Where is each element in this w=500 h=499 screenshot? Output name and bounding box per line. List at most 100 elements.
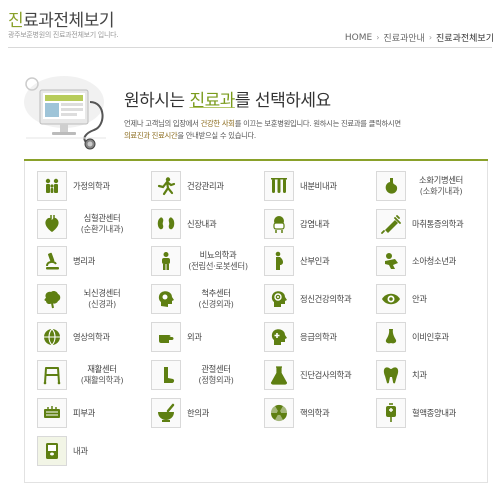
department-label: 비뇨의학과 (전립선·로봇센터) xyxy=(181,250,255,272)
department-label: 척추센터 (신경외과) xyxy=(181,288,251,310)
department-label: 건강관리과 xyxy=(187,181,224,192)
department-label-main: 안과 xyxy=(412,293,427,304)
department-item[interactable]: 병리과 xyxy=(37,246,95,276)
department-item[interactable]: 가정의학과 xyxy=(37,171,110,201)
department-item[interactable]: 외과 xyxy=(151,322,202,352)
department-item[interactable]: 신장내과 xyxy=(151,209,217,239)
department-item[interactable]: 내분비내과 xyxy=(264,171,337,201)
hero-desc-pre: 언제나 고객님의 입장에서 xyxy=(124,119,201,128)
department-label-main: 비뇨의학과 xyxy=(199,250,237,260)
department-label-main: 혈액종양내과 xyxy=(412,407,456,418)
department-item[interactable]: 응급의학과 xyxy=(264,322,337,352)
department-label-main: 응급의학과 xyxy=(300,331,337,342)
department-item[interactable]: 정신건강의학과 xyxy=(264,284,352,314)
department-label-sub: (소화기내과) xyxy=(419,186,463,196)
department-item[interactable]: 소아청소년과 xyxy=(376,246,456,276)
department-label: 한의과 xyxy=(187,408,209,419)
internal-icon xyxy=(37,436,67,466)
department-label-sub: (정형외과) xyxy=(198,375,234,385)
department-label-main: 가정의학과 xyxy=(73,180,110,191)
department-item[interactable]: 영상의학과 xyxy=(37,322,110,352)
department-label-main: 진단검사의학과 xyxy=(300,369,352,380)
department-label-main: 소화기병센터 xyxy=(419,175,463,185)
mind-icon xyxy=(264,284,294,314)
department-label-main: 감염내과 xyxy=(300,218,330,229)
syringe-icon xyxy=(376,209,406,239)
department-label: 소화기병센터 (소화기내과) xyxy=(406,175,476,197)
hero-desc-highlight-2: 의료진과 진료시간 xyxy=(124,131,178,140)
department-label: 혈액종양내과 xyxy=(412,408,456,419)
leg-icon xyxy=(151,360,181,390)
department-item[interactable]: 심혈관센터 (순환기내과) xyxy=(37,209,137,239)
department-label-main: 외과 xyxy=(187,331,202,342)
hero-description: 언제나 고객님의 입장에서 건강한 사회를 이끄는 보훈병원입니다. 원하시는 … xyxy=(124,118,484,142)
breadcrumb-level1[interactable]: 진료과안내 xyxy=(383,31,424,44)
department-label: 진단검사의학과 xyxy=(300,369,352,381)
department-label-main: 소아청소년과 xyxy=(412,255,456,266)
department-item[interactable]: 혈액종양내과 xyxy=(376,398,456,428)
department-item[interactable]: 핵의학과 xyxy=(264,398,330,428)
department-label: 관절센터 (정형외과) xyxy=(181,364,251,386)
page-title-rest: 료과전체보기 xyxy=(23,11,114,31)
page-title-accent: 진 xyxy=(8,11,24,31)
department-item[interactable]: 뇌신경센터 (신경과) xyxy=(37,284,137,314)
microscope-icon xyxy=(37,246,67,276)
department-item[interactable]: 피부과 xyxy=(37,398,95,428)
department-item[interactable]: 감염내과 xyxy=(264,209,330,239)
department-item[interactable]: 내과 xyxy=(37,436,88,466)
department-item[interactable]: 소화기병센터 (소화기내과) xyxy=(376,171,476,201)
department-item[interactable]: 진단검사의학과 xyxy=(264,360,352,390)
department-item[interactable]: 산부인과 xyxy=(264,246,330,276)
department-label: 피부과 xyxy=(73,408,95,419)
department-label-main: 마취통증의학과 xyxy=(412,218,464,229)
department-item[interactable]: 관절센터 (정형외과) xyxy=(151,360,251,390)
department-label: 영상의학과 xyxy=(73,332,110,343)
flask-icon xyxy=(264,360,294,390)
family-icon xyxy=(37,171,67,201)
department-item[interactable]: 건강관리과 xyxy=(151,171,224,201)
brain-icon xyxy=(37,284,67,314)
hero-title-post: 를 선택하세요 xyxy=(234,91,331,111)
department-item[interactable]: 치과 xyxy=(376,360,427,390)
page-subtitle: 광주보훈병원의 진료과전체보기 입니다. xyxy=(8,31,119,39)
department-label: 정신건강의학과 xyxy=(300,293,352,305)
department-label-main: 내분비내과 xyxy=(300,180,337,191)
department-grid: 가정의학과 건강관리과 내분비내과 소화기병센터 (소화기내과) 심혈관센터 (순환기내과)… xyxy=(24,161,488,483)
skin-icon xyxy=(37,398,67,428)
department-item[interactable]: 이비인후과 xyxy=(376,322,449,352)
department-item[interactable]: 척추센터 (신경외과) xyxy=(151,284,251,314)
department-item[interactable]: 비뇨의학과 (전립선·로봇센터) xyxy=(151,246,255,276)
department-label-main: 내과 xyxy=(73,445,88,456)
nose-icon xyxy=(376,322,406,352)
heart-icon xyxy=(37,209,67,239)
department-item[interactable]: 재활센터 (재활의학과) xyxy=(37,360,137,390)
department-item[interactable]: 마취통증의학과 xyxy=(376,209,464,239)
hero-title-pre: 원하시는 xyxy=(124,91,190,111)
department-label-main: 뇌신경센터 xyxy=(83,288,121,298)
department-item[interactable]: 한의과 xyxy=(151,398,209,428)
department-label-sub: (신경외과) xyxy=(198,299,234,309)
breadcrumb-current: 진료과전체보기 xyxy=(436,34,494,44)
globe-icon xyxy=(37,322,67,352)
department-label: 내과 xyxy=(73,446,88,457)
department-item[interactable]: 안과 xyxy=(376,284,427,314)
hero-desc-highlight: 건강한 사회 xyxy=(200,119,235,128)
mortar-icon xyxy=(151,398,181,428)
body-icon xyxy=(151,246,181,276)
department-label: 안과 xyxy=(412,294,427,305)
department-label: 핵의학과 xyxy=(300,408,330,419)
department-label-main: 산부인과 xyxy=(300,255,330,266)
mask-icon xyxy=(264,209,294,239)
department-label-main: 건강관리과 xyxy=(187,180,224,191)
department-label-main: 정신건강의학과 xyxy=(300,293,352,304)
department-label-main: 척추센터 xyxy=(201,288,231,298)
department-label: 병리과 xyxy=(73,256,95,267)
hero-title-highlight: 진료과 xyxy=(189,91,235,111)
header-divider xyxy=(8,47,492,48)
eye-icon xyxy=(376,284,406,314)
breadcrumb: HOME › 진료과안내 › 진료과전체보기 xyxy=(345,31,494,45)
breadcrumb-home[interactable]: HOME xyxy=(345,33,372,43)
head-brain-icon xyxy=(151,284,181,314)
walker-icon xyxy=(37,360,67,390)
department-label: 가정의학과 xyxy=(73,181,110,192)
